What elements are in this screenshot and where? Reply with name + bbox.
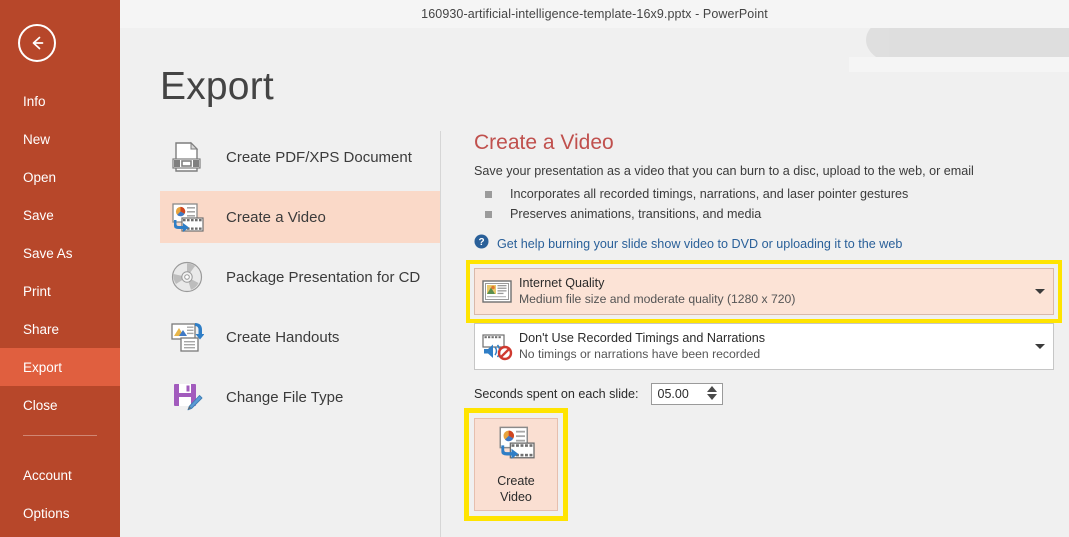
slide-quality-icon bbox=[475, 279, 519, 305]
sidebar-item-label: Options bbox=[23, 505, 70, 521]
no-narration-icon bbox=[475, 333, 519, 361]
sidebar-item-account[interactable]: Account bbox=[0, 456, 120, 494]
create-video-detail-pane: Create a Video Save your presentation as… bbox=[464, 131, 1062, 521]
quality-sub-label: Medium file size and moderate quality (1… bbox=[519, 292, 796, 306]
export-option-package-presentation-for-cd[interactable]: Package Presentation for CD bbox=[160, 251, 440, 303]
sidebar-item-label: Save As bbox=[23, 245, 73, 261]
export-option-create-a-video[interactable]: Create a Video bbox=[160, 191, 440, 243]
create-video-button[interactable]: Create Video bbox=[474, 418, 558, 511]
narration-combo-wrap: Don't Use Recorded Timings and Narration… bbox=[474, 323, 1054, 370]
video-icon bbox=[496, 424, 536, 465]
quality-text-group: Internet Quality Medium file size and mo… bbox=[519, 275, 1027, 308]
create-video-label-line1: Create bbox=[497, 474, 535, 488]
export-options-list: Create PDF/XPS Document Create a Video P… bbox=[160, 131, 441, 537]
export-option-label: Create PDF/XPS Document bbox=[226, 148, 412, 166]
handouts-icon bbox=[166, 317, 208, 357]
window-title-bar: 160930-artificial-intelligence-template-… bbox=[120, 0, 1069, 28]
sidebar-item-new[interactable]: New bbox=[0, 120, 120, 158]
export-option-create-handouts[interactable]: Create Handouts bbox=[160, 311, 440, 363]
export-option-label: Package Presentation for CD bbox=[226, 268, 421, 286]
sidebar-item-options[interactable]: Options bbox=[0, 494, 120, 532]
back-arrow-icon bbox=[27, 33, 47, 53]
stepper-buttons[interactable] bbox=[706, 386, 717, 400]
page-title: Export bbox=[160, 65, 274, 108]
help-question-icon: ? bbox=[474, 234, 489, 254]
back-button[interactable] bbox=[18, 24, 56, 62]
sidebar-divider bbox=[23, 435, 97, 436]
sidebar-item-print[interactable]: Print bbox=[0, 272, 120, 310]
sidebar-item-label: Info bbox=[23, 93, 46, 109]
export-option-label: Create a Video bbox=[226, 208, 326, 226]
sidebar-item-label: Share bbox=[23, 321, 60, 337]
sidebar-item-label: Close bbox=[23, 397, 58, 413]
create-video-label: Create Video bbox=[497, 473, 535, 505]
detail-description: Save your presentation as a video that y… bbox=[474, 164, 974, 178]
svg-text:?: ? bbox=[478, 237, 484, 248]
window-title: 160930-artificial-intelligence-template-… bbox=[421, 7, 768, 21]
detail-title: Create a Video bbox=[474, 131, 614, 154]
cd-disc-icon bbox=[166, 257, 208, 297]
sidebar-menu: Info New Open Save Save As Print Share E… bbox=[0, 82, 120, 532]
sidebar-item-share[interactable]: Share bbox=[0, 310, 120, 348]
seconds-stepper[interactable]: 05.00 bbox=[650, 383, 723, 405]
sidebar-item-label: New bbox=[23, 131, 51, 147]
create-video-label-line2: Video bbox=[500, 490, 532, 504]
sidebar-item-save-as[interactable]: Save As bbox=[0, 234, 120, 272]
narration-text-group: Don't Use Recorded Timings and Narration… bbox=[519, 330, 1027, 363]
document-icon bbox=[166, 137, 208, 177]
sidebar-item-export[interactable]: Export bbox=[0, 348, 120, 386]
stepper-down-icon[interactable] bbox=[706, 394, 717, 400]
stepper-up-icon[interactable] bbox=[706, 386, 717, 392]
narration-main-label: Don't Use Recorded Timings and Narration… bbox=[519, 331, 765, 345]
sidebar-item-label: Open bbox=[23, 169, 57, 185]
export-option-create-pdf-xps[interactable]: Create PDF/XPS Document bbox=[160, 131, 440, 183]
sidebar-item-label: Account bbox=[23, 467, 72, 483]
help-link-row[interactable]: ? Get help burning your slide show video… bbox=[474, 234, 1054, 254]
help-link-text[interactable]: Get help burning your slide show video t… bbox=[497, 237, 902, 251]
chevron-down-icon[interactable] bbox=[1027, 344, 1053, 349]
sidebar-item-label: Print bbox=[23, 283, 51, 299]
narration-dropdown[interactable]: Don't Use Recorded Timings and Narration… bbox=[474, 323, 1054, 370]
sidebar-item-label: Export bbox=[23, 359, 63, 375]
sidebar-item-open[interactable]: Open bbox=[0, 158, 120, 196]
export-option-label: Change File Type bbox=[226, 388, 344, 406]
sidebar-item-close[interactable]: Close bbox=[0, 386, 120, 424]
export-option-change-file-type[interactable]: Change File Type bbox=[160, 371, 440, 423]
floppy-pencil-icon bbox=[166, 377, 208, 417]
quality-combo-wrap: Internet Quality Medium file size and mo… bbox=[466, 260, 1062, 323]
video-quality-dropdown[interactable]: Internet Quality Medium file size and mo… bbox=[474, 268, 1054, 315]
detail-bullet: Incorporates all recorded timings, narra… bbox=[474, 184, 1054, 204]
quality-main-label: Internet Quality bbox=[519, 276, 605, 290]
seconds-label: Seconds spent on each slide: bbox=[474, 387, 639, 401]
sidebar-item-info[interactable]: Info bbox=[0, 82, 120, 120]
detail-bullet: Preserves animations, transitions, and m… bbox=[474, 204, 1054, 224]
chevron-down-icon[interactable] bbox=[1027, 289, 1053, 294]
detail-bullet-list: Incorporates all recorded timings, narra… bbox=[474, 184, 1054, 224]
export-option-label: Create Handouts bbox=[226, 328, 340, 346]
sidebar-item-save[interactable]: Save bbox=[0, 196, 120, 234]
powerpoint-backstage-export: 160930-artificial-intelligence-template-… bbox=[0, 0, 1069, 537]
seconds-value[interactable]: 05.00 bbox=[652, 387, 689, 401]
backstage-sidebar: Info New Open Save Save As Print Share E… bbox=[0, 0, 120, 537]
narration-sub-label: No timings or narrations have been recor… bbox=[519, 347, 761, 361]
seconds-per-slide-row: Seconds spent on each slide: 05.00 bbox=[474, 383, 1054, 405]
create-video-button-wrap: Create Video bbox=[464, 408, 578, 521]
video-icon bbox=[166, 197, 208, 237]
sidebar-item-label: Save bbox=[23, 207, 54, 223]
